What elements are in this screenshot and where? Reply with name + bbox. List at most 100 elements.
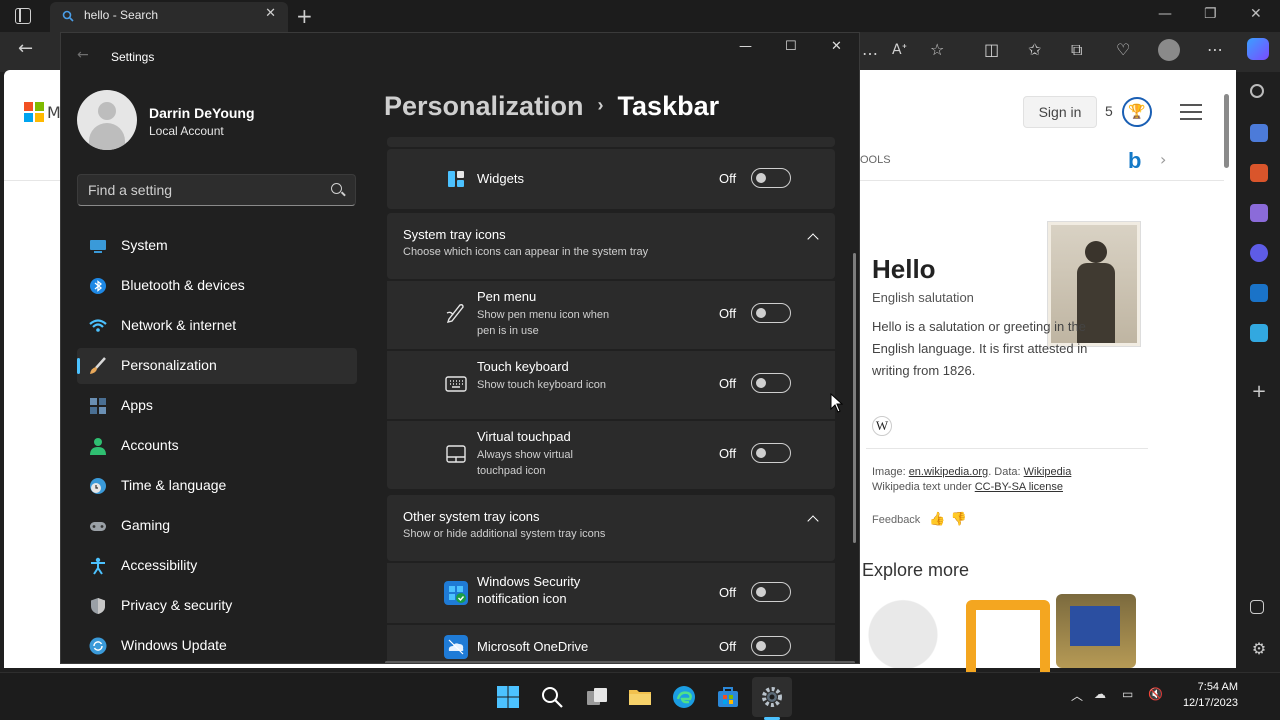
chevron-up-icon[interactable] bbox=[807, 515, 819, 527]
pen-menu-row[interactable]: Pen menu Show pen menu icon when pen is … bbox=[387, 281, 835, 349]
browser-minimize-icon[interactable]: — bbox=[1158, 6, 1172, 22]
virtual-touchpad-row[interactable]: Virtual touchpad Always show virtual tou… bbox=[387, 421, 835, 489]
onedrive-row[interactable]: Microsoft OneDrive Off bbox=[387, 625, 835, 663]
back-arrow-icon[interactable]: ← bbox=[18, 38, 33, 59]
favorite-star-icon[interactable]: ☆ bbox=[930, 40, 944, 59]
credit-data-link[interactable]: Wikipedia bbox=[1024, 466, 1072, 478]
widgets-toggle[interactable] bbox=[751, 168, 791, 188]
sidebar-copilot-icon[interactable] bbox=[1250, 244, 1268, 262]
volume-mute-icon[interactable]: 🔇 bbox=[1148, 687, 1163, 701]
clock-date[interactable]: 12/17/2023 bbox=[1176, 697, 1238, 709]
sidebar-item-label: Accessibility bbox=[121, 557, 198, 573]
sidebar-item-gaming[interactable]: Gaming bbox=[77, 508, 357, 544]
read-aloud-icon[interactable]: Aᐩ bbox=[892, 42, 907, 58]
sidebar-search-icon[interactable] bbox=[1250, 84, 1264, 98]
tab-actions-icon[interactable] bbox=[15, 8, 31, 24]
chevron-up-icon[interactable]: ︿ bbox=[1071, 687, 1083, 704]
sidebar-add-icon[interactable]: + bbox=[1250, 383, 1268, 402]
bing-logo-icon[interactable]: b bbox=[1128, 148, 1141, 174]
content-scrollbar[interactable] bbox=[853, 253, 856, 543]
tab-close-icon[interactable]: ✕ bbox=[265, 6, 276, 21]
horizontal-scrollbar[interactable] bbox=[385, 661, 855, 663]
thumbs-up-icon[interactable]: 👍 bbox=[929, 511, 945, 526]
avatar[interactable] bbox=[77, 90, 137, 150]
microsoft-store-icon[interactable] bbox=[716, 685, 740, 709]
browser-tab-active[interactable]: hello - Search ✕ bbox=[50, 2, 288, 32]
cloud-off-icon[interactable]: ☁ bbox=[1094, 687, 1106, 701]
favorites-icon[interactable]: ✩ bbox=[1028, 40, 1041, 59]
sidebar-item-privacy-security[interactable]: Privacy & security bbox=[77, 588, 357, 624]
sidebar-item-accessibility[interactable]: Accessibility bbox=[77, 548, 357, 584]
touch-keyboard-row[interactable]: Touch keyboard Show touch keyboard icon … bbox=[387, 351, 835, 419]
find-setting-input[interactable] bbox=[77, 174, 356, 206]
system-tray-icons-header[interactable]: System tray icons Choose which icons can… bbox=[387, 213, 835, 279]
sidebar-outlook-icon[interactable] bbox=[1250, 284, 1268, 302]
search-icon[interactable] bbox=[331, 183, 342, 194]
sidebar-games-icon[interactable] bbox=[1250, 204, 1268, 222]
sidebar-send-icon[interactable] bbox=[1250, 324, 1268, 342]
sign-in-button[interactable]: Sign in bbox=[1023, 96, 1097, 128]
search-icon[interactable] bbox=[540, 685, 564, 709]
clock-time[interactable]: 7:54 AM bbox=[1176, 681, 1238, 693]
virtual-touchpad-toggle[interactable] bbox=[751, 443, 791, 463]
sidebar-item-time-language[interactable]: Time & language bbox=[77, 468, 357, 504]
explore-wikipedia-thumbnail[interactable] bbox=[862, 594, 944, 668]
explore-phone-thumbnail[interactable] bbox=[1056, 594, 1136, 668]
sidebar-tools-icon[interactable] bbox=[1250, 164, 1268, 182]
sidebar-settings-icon[interactable]: ⚙ bbox=[1250, 640, 1268, 658]
sidebar-layout-icon[interactable] bbox=[1250, 600, 1264, 614]
settings-more-icon[interactable]: ⋯ bbox=[1207, 40, 1223, 59]
credit-image-link[interactable]: en.wikipedia.org bbox=[909, 466, 989, 478]
hamburger-menu-icon[interactable] bbox=[1180, 104, 1202, 120]
split-screen-icon[interactable]: ◫ bbox=[984, 40, 999, 59]
performance-icon[interactable]: ♡ bbox=[1116, 40, 1130, 59]
copilot-icon[interactable] bbox=[1247, 38, 1269, 60]
tools-tab[interactable]: OOLS bbox=[860, 154, 891, 166]
windows-security-row[interactable]: Windows Security notification icon Off bbox=[387, 563, 835, 623]
start-windows-icon[interactable] bbox=[496, 685, 520, 709]
sidebar-item-network[interactable]: Network & internet bbox=[77, 308, 357, 344]
sidebar-item-accounts[interactable]: Accounts bbox=[77, 428, 357, 464]
thumbs-down-icon[interactable]: 👎 bbox=[951, 511, 967, 526]
brush-icon bbox=[90, 357, 106, 374]
onedrive-toggle[interactable] bbox=[751, 636, 791, 656]
sidebar-item-bluetooth[interactable]: Bluetooth & devices bbox=[77, 268, 357, 304]
rewards-trophy-icon[interactable]: 🏆 bbox=[1122, 97, 1152, 127]
new-tab-icon[interactable]: + bbox=[296, 4, 313, 28]
other-system-tray-icons-header[interactable]: Other system tray icons Show or hide add… bbox=[387, 495, 835, 561]
minimize-icon[interactable]: — bbox=[739, 39, 752, 54]
sidebar-item-system[interactable]: System bbox=[77, 228, 357, 264]
settings-gear-icon[interactable] bbox=[760, 685, 784, 709]
wikipedia-icon[interactable]: W bbox=[872, 416, 892, 436]
network-icon[interactable]: ▭ bbox=[1122, 687, 1133, 701]
profile-avatar-icon[interactable] bbox=[1158, 39, 1180, 61]
widgets-row[interactable]: Widgets Off bbox=[387, 149, 835, 209]
chevron-right-icon[interactable]: › bbox=[1160, 150, 1166, 169]
credit-license-link[interactable]: CC-BY-SA license bbox=[975, 481, 1063, 493]
edge-browser-icon[interactable] bbox=[672, 685, 696, 709]
avatar-head bbox=[98, 102, 116, 120]
back-arrow-icon[interactable]: ← bbox=[77, 47, 89, 63]
sidebar-shopping-icon[interactable] bbox=[1250, 124, 1268, 142]
scrollbar-thumb[interactable] bbox=[1224, 94, 1229, 168]
explore-office-thumbnail[interactable] bbox=[960, 594, 1040, 668]
browser-restore-icon[interactable]: ❐ bbox=[1204, 6, 1217, 22]
touch-keyboard-toggle[interactable] bbox=[751, 373, 791, 393]
close-icon[interactable]: ✕ bbox=[831, 39, 842, 54]
task-view-icon[interactable] bbox=[585, 685, 609, 709]
chevron-up-icon[interactable] bbox=[807, 233, 819, 245]
maximize-icon[interactable]: ☐ bbox=[785, 39, 797, 54]
sidebar-item-windows-update[interactable]: Windows Update bbox=[77, 628, 357, 663]
page-scrollbar[interactable] bbox=[1224, 80, 1230, 660]
breadcrumb-parent[interactable]: Personalization bbox=[384, 91, 584, 121]
file-explorer-icon[interactable] bbox=[628, 685, 652, 709]
feedback-label[interactable]: Feedback bbox=[872, 514, 920, 526]
collections-icon[interactable]: ⧉ bbox=[1071, 40, 1082, 60]
sidebar-item-apps[interactable]: Apps bbox=[77, 388, 357, 424]
sidebar-item-personalization[interactable]: Personalization bbox=[77, 348, 357, 384]
windows-security-toggle[interactable] bbox=[751, 582, 791, 602]
more-dots-icon[interactable]: … bbox=[862, 40, 878, 59]
browser-close-icon[interactable]: ✕ bbox=[1250, 6, 1262, 22]
pen-menu-toggle[interactable] bbox=[751, 303, 791, 323]
microsoft-logo-icon[interactable] bbox=[24, 102, 44, 122]
